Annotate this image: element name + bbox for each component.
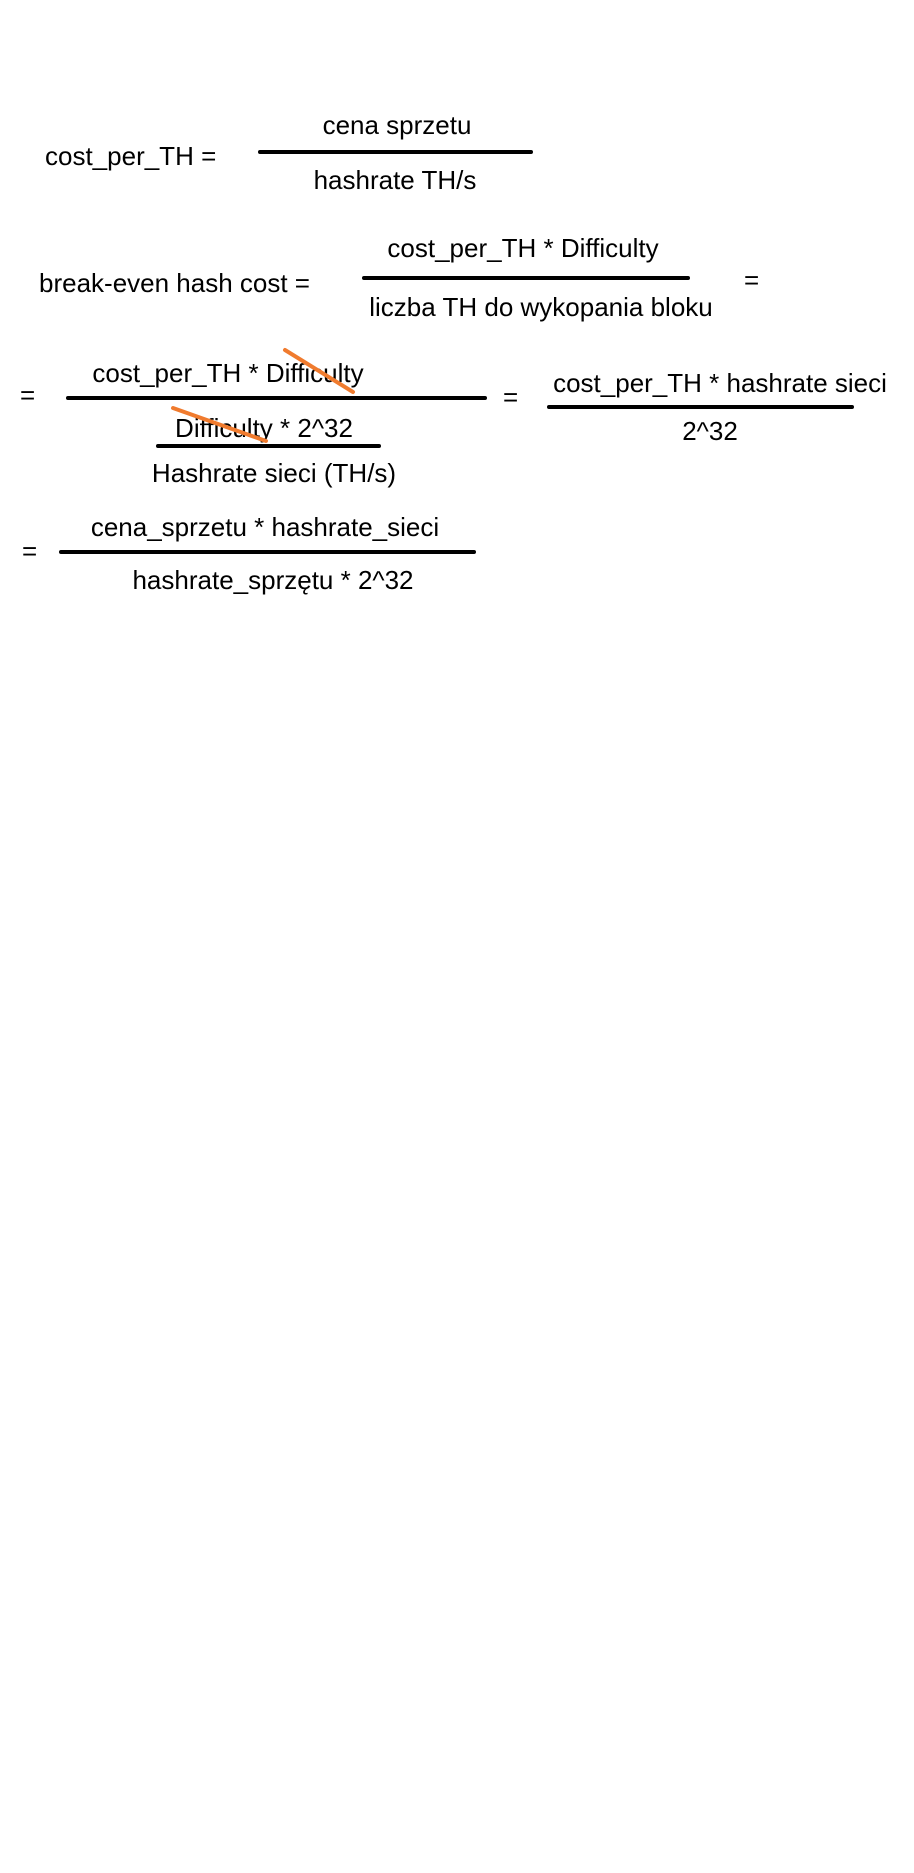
eq3-inner-denominator: Hashrate sieci (TH/s) (151, 458, 397, 488)
eq3-result-numerator: cost_per_TH * hashrate sieci (553, 368, 887, 398)
eq3-middle-equals: = (503, 382, 519, 412)
eq2-trailing-equals: = (744, 265, 760, 295)
eq3-result-fraction-bar (547, 405, 854, 409)
eq3-inner-numerator: Difficulty * 2^32 (175, 413, 353, 443)
eq1-denominator: hashrate TH/s (313, 165, 477, 195)
eq3-numerator: cost_per_TH * Difficulty (92, 358, 364, 388)
eq2-denominator: liczba TH do wykopania bloku (369, 292, 713, 322)
eq4-numerator: cena_sprzetu * hashrate_sieci (90, 512, 440, 542)
eq4-leading-equals: = (22, 536, 38, 566)
eq1-fraction-bar (258, 150, 533, 154)
eq3-result-denominator: 2^32 (682, 416, 738, 446)
eq1-lhs: cost_per_TH = (45, 141, 217, 171)
eq2-fraction-bar (362, 276, 690, 280)
eq3-inner-fraction-bar (156, 444, 381, 448)
eq1-numerator: cena sprzetu (322, 110, 472, 140)
eq4-denominator: hashrate_sprzętu * 2^32 (132, 565, 414, 595)
eq3-leading-equals: = (20, 380, 36, 410)
eq2-numerator: cost_per_TH * Difficulty (387, 233, 659, 263)
eq4-fraction-bar (59, 550, 476, 554)
eq3-main-fraction-bar (66, 396, 487, 400)
eq2-lhs: break-even hash cost = (39, 268, 310, 298)
